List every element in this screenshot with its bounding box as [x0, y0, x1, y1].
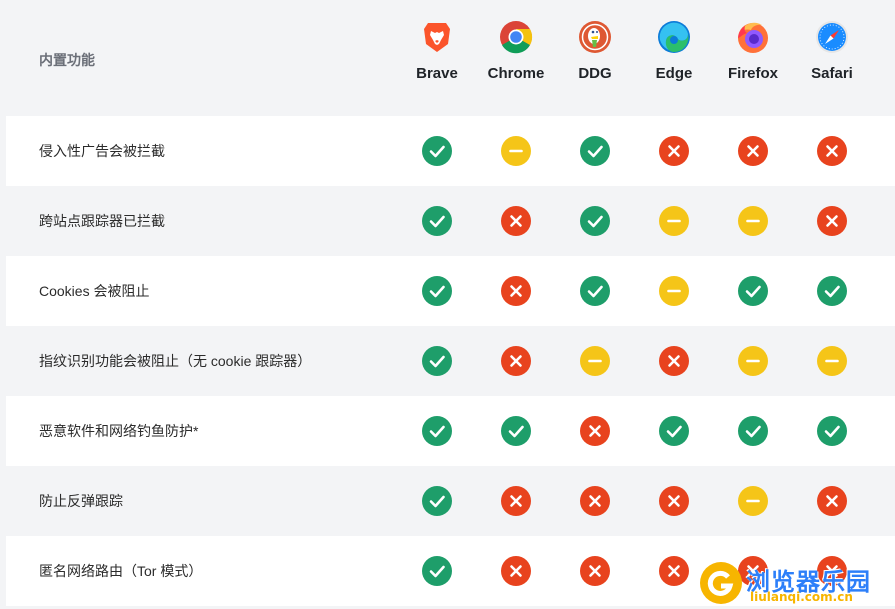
browser-column-chrome: Chrome	[476, 20, 556, 82]
cross-icon	[817, 206, 847, 236]
cross-icon	[501, 346, 531, 376]
cross-icon	[659, 486, 689, 516]
check-icon	[817, 416, 847, 446]
check-icon	[659, 416, 689, 446]
check-icon	[501, 416, 531, 446]
table-header: 内置功能 Brave Chrome DDG Edge Firefox Safar…	[6, 0, 895, 116]
feature-label: 匿名网络路由（Tor 模式）	[39, 563, 203, 579]
brave-lion-icon	[424, 23, 450, 52]
table-row: 指纹识别功能会被阻止（无 cookie 跟踪器）	[6, 326, 895, 396]
browser-column-edge: Edge	[634, 20, 714, 82]
minus-icon	[659, 276, 689, 306]
minus-icon	[659, 206, 689, 236]
cross-icon	[817, 486, 847, 516]
feature-column-title: 内置功能	[39, 52, 95, 68]
watermark-subtitle: liulanqi.com.cn	[750, 590, 853, 604]
check-icon	[580, 136, 610, 166]
browser-name: Chrome	[487, 65, 545, 82]
table-row: Cookies 会被阻止	[6, 256, 895, 326]
feature-label: 侵入性广告会被拦截	[39, 143, 165, 159]
minus-icon	[738, 486, 768, 516]
firefox-icon	[738, 22, 768, 53]
browser-name: Firefox	[727, 65, 778, 82]
check-icon	[738, 416, 768, 446]
cross-icon	[580, 486, 610, 516]
cross-icon	[580, 416, 610, 446]
browser-name: Safari	[811, 65, 853, 82]
minus-icon	[580, 346, 610, 376]
cross-icon	[817, 136, 847, 166]
comparison-table: 内置功能 Brave Chrome DDG Edge Firefox Safar…	[6, 0, 895, 606]
feature-label: Cookies 会被阻止	[39, 283, 150, 299]
cross-icon	[659, 346, 689, 376]
minus-icon	[738, 206, 768, 236]
check-icon	[422, 136, 452, 166]
browser-column-safari: Safari	[792, 20, 872, 82]
cross-icon	[501, 276, 531, 306]
cross-icon	[501, 486, 531, 516]
check-icon	[580, 276, 610, 306]
check-icon	[817, 276, 847, 306]
feature-label: 防止反弹跟踪	[39, 493, 123, 509]
check-icon	[422, 206, 452, 236]
check-icon	[738, 276, 768, 306]
table-row: 跨站点跟踪器已拦截	[6, 186, 895, 256]
chrome-icon	[500, 21, 533, 54]
check-icon	[580, 206, 610, 236]
watermark-logo: 浏览器乐园 liulanqi.com.cn	[700, 562, 885, 606]
minus-icon	[501, 136, 531, 166]
feature-rows: 侵入性广告会被拦截 跨站点跟踪器已拦截 Cookies 会被阻止 指纹识别功能会…	[6, 116, 895, 606]
feature-label: 恶意软件和网络钓鱼防护*	[39, 423, 199, 439]
browser-name: DDG	[578, 65, 612, 82]
table-row: 恶意软件和网络钓鱼防护*	[6, 396, 895, 466]
safari-compass-icon	[816, 21, 848, 53]
table-row: 防止反弹跟踪	[6, 466, 895, 536]
cross-icon	[501, 206, 531, 236]
cross-icon	[501, 556, 531, 586]
cross-icon	[659, 556, 689, 586]
feature-label: 指纹识别功能会被阻止（无 cookie 跟踪器）	[39, 353, 312, 369]
cross-icon	[580, 556, 610, 586]
browser-column-ddg: DDG	[555, 20, 635, 82]
feature-label: 跨站点跟踪器已拦截	[39, 213, 165, 229]
browser-name: Edge	[655, 65, 693, 82]
edge-icon	[658, 21, 690, 53]
cross-icon	[659, 136, 689, 166]
watermark-g-icon	[700, 562, 742, 604]
duckduckgo-icon	[579, 21, 611, 53]
table-row: 侵入性广告会被拦截	[6, 116, 895, 186]
cross-icon	[738, 136, 768, 166]
browser-name: Brave	[416, 65, 458, 82]
check-icon	[422, 556, 452, 586]
browser-column-firefox: Firefox	[713, 20, 793, 82]
minus-icon	[738, 346, 768, 376]
browser-column-brave: Brave	[397, 20, 477, 82]
check-icon	[422, 486, 452, 516]
minus-icon	[817, 346, 847, 376]
check-icon	[422, 276, 452, 306]
check-icon	[422, 416, 452, 446]
check-icon	[422, 346, 452, 376]
